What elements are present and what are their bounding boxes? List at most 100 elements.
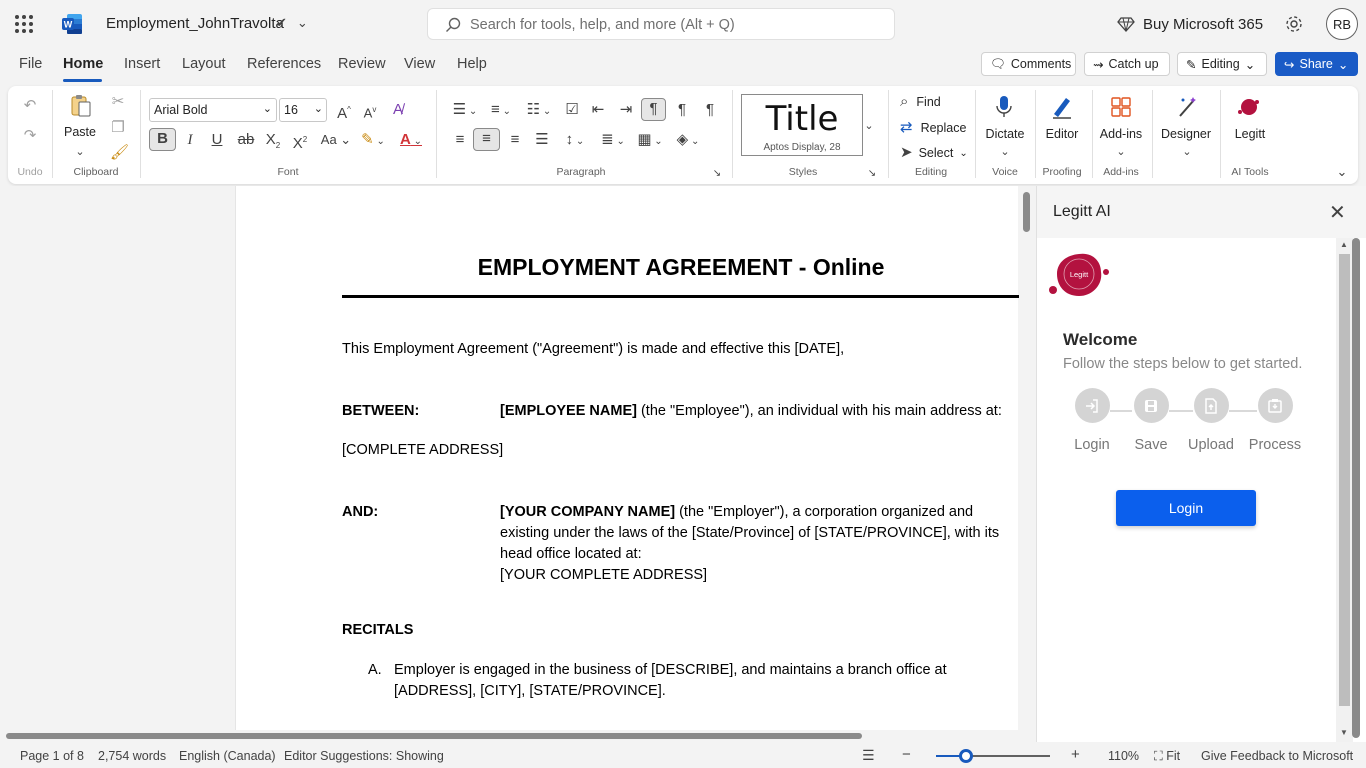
horizontal-scrollbar[interactable] [0,730,1036,742]
window-scrollbar-thumb[interactable] [1352,238,1360,738]
close-icon[interactable]: ✕ [1329,200,1346,225]
share-button[interactable]: ↪ Share ⌄ [1275,52,1358,76]
align-right-icon[interactable]: ≡ [505,130,525,150]
page-count[interactable]: Page 1 of 8 [20,749,84,763]
chevron-down-icon[interactable]: ⌄ [1179,142,1195,162]
scroll-down-icon[interactable]: ▼ [1340,728,1348,737]
chevron-down-icon[interactable]: ⌄ [1113,142,1129,162]
feedback-link[interactable]: Give Feedback to Microsoft [1201,749,1353,763]
clear-formatting-icon[interactable]: A̸ [388,100,408,120]
tab-file[interactable]: File [19,56,42,72]
document-page[interactable]: EMPLOYMENT AGREEMENT - Online This Emplo… [235,186,1019,730]
underline-button[interactable]: U [207,130,227,150]
between-label[interactable]: BETWEEN: [342,401,419,422]
increase-indent-icon[interactable]: ⇥ [616,100,636,120]
search-box[interactable] [427,8,895,40]
add-ins-grid-icon[interactable] [1110,96,1132,118]
user-avatar[interactable]: RB [1326,8,1358,40]
increase-font-size-icon[interactable]: A^ [334,100,354,124]
styles-expand-icon[interactable]: ⌄ [861,116,877,136]
autosave-status-icon[interactable]: ✔ [276,15,287,31]
editor-suggestions-status[interactable]: Editor Suggestions: Showing [284,749,444,763]
font-size-select[interactable]: 16 ⌄ [279,98,327,122]
legitt-seal-icon[interactable] [1236,96,1262,118]
italic-button[interactable]: I [180,130,200,150]
intro-paragraph[interactable]: This Employment Agreement ("Agreement") … [342,339,844,360]
strikethrough-button[interactable]: ab [235,130,257,150]
ltr-paragraph-button[interactable]: ¶ [641,98,666,121]
highlight-icon[interactable]: ✎ ⌄ [358,130,388,152]
document-heading[interactable]: EMPLOYMENT AGREEMENT - Online [471,254,891,281]
microphone-icon[interactable] [994,94,1014,120]
panel-scrollbar-thumb[interactable] [1339,254,1350,706]
login-button[interactable]: Login [1116,490,1256,526]
editor-pen-icon[interactable] [1050,94,1074,120]
select-button[interactable]: ➤ Select ⌄ [900,143,968,163]
align-left-icon[interactable]: ≡ [450,130,470,150]
legitt-button[interactable]: Legitt [1226,127,1274,141]
designer-button[interactable]: Designer [1158,127,1214,141]
replace-button[interactable]: ⇄ Replace [900,118,966,138]
app-launcher-icon[interactable] [14,14,34,34]
paste-button[interactable]: Paste [60,125,100,139]
borders-icon[interactable]: ▦ ⌄ [634,130,666,152]
editor-button[interactable]: Editor [1038,127,1086,141]
tab-layout[interactable]: Layout [182,56,226,72]
company-paragraph[interactable]: [YOUR COMPANY NAME] (the "Employer"), a … [500,502,1015,586]
decrease-font-size-icon[interactable]: Av [360,100,380,123]
zoom-level[interactable]: 110% [1108,749,1139,763]
bullets-icon[interactable]: ☰ ⌄ [450,100,480,122]
font-name-select[interactable]: Arial Bold ⌄ [149,98,277,122]
checklist-icon[interactable]: ☑ [562,100,582,120]
line-spacing-icon[interactable]: ↕ ⌄ [560,130,590,152]
buy-microsoft-365-link[interactable]: Buy Microsoft 365 [1117,15,1263,33]
and-label[interactable]: AND: [342,502,378,523]
fit-button[interactable]: ⛶ Fit [1154,749,1180,764]
language-indicator[interactable]: English (Canada) [179,749,276,763]
copy-icon[interactable]: ❐ [110,118,126,138]
styles-dialog-launcher-icon[interactable]: ↘ [865,164,879,184]
panel-scrollbar[interactable]: ▲ ▼ [1336,238,1353,742]
find-button[interactable]: ⌕ Find [900,92,941,112]
format-painter-icon[interactable]: 🖌︎ [110,143,129,163]
catch-up-button[interactable]: ⇝ Catch up [1084,52,1170,76]
tab-home[interactable]: Home [63,56,103,72]
tab-insert[interactable]: Insert [124,56,160,72]
chevron-down-icon[interactable]: ⌄ [72,142,88,162]
employee-paragraph[interactable]: [EMPLOYEE NAME] (the "Employee"), an ind… [500,401,1002,422]
paragraph-dialog-launcher-icon[interactable]: ↘ [710,164,724,184]
undo-icon[interactable]: ↶ [22,96,38,116]
word-count[interactable]: 2,754 words [98,749,166,763]
tab-help[interactable]: Help [457,56,487,72]
style-gallery-title[interactable]: Title Aptos Display, 28 [741,94,863,156]
tab-view[interactable]: View [404,56,435,72]
comments-button[interactable]: 🗨︎ Comments [981,52,1076,76]
employee-address[interactable]: [COMPLETE ADDRESS] [342,440,503,461]
change-case-button[interactable]: Aa ⌄ [318,130,354,150]
superscript-button[interactable]: X2 [290,130,310,154]
zoom-out-icon[interactable]: − [902,746,911,763]
ribbon-expand-chevron-icon[interactable]: ⌄ [1334,162,1350,182]
document-title[interactable]: Employment_JohnTravolta [106,15,284,32]
designer-wand-icon[interactable] [1176,94,1200,120]
decrease-indent-icon[interactable]: ⇤ [588,100,608,120]
paste-icon[interactable] [70,94,92,118]
settings-gear-icon[interactable] [1284,14,1304,34]
recitals-heading[interactable]: RECITALS [342,620,413,641]
recital-a-paragraph[interactable]: Employer is engaged in the business of [… [394,660,994,702]
word-logo-icon[interactable]: W [60,12,84,36]
numbering-icon[interactable]: ≡ ⌄ [486,100,516,122]
editing-mode-button[interactable]: ✎ Editing ⌄ [1177,52,1267,76]
chevron-down-icon[interactable]: ⌄ [997,142,1013,162]
paragraph-spacing-icon[interactable]: ≣ ⌄ [598,130,628,152]
scroll-up-icon[interactable]: ▲ [1340,240,1348,249]
document-scrollbar-thumb[interactable] [1023,192,1030,232]
read-mode-icon[interactable]: ☰ [862,747,875,764]
chevron-down-icon[interactable]: ⌄ [297,15,308,31]
rtl-paragraph-icon[interactable]: ¶ [672,100,692,120]
tab-references[interactable]: References [247,56,321,72]
tab-review[interactable]: Review [338,56,386,72]
shading-icon[interactable]: ◈ ⌄ [672,130,704,152]
justify-icon[interactable]: ☰ [532,130,552,150]
redo-icon[interactable]: ↷ [22,126,38,146]
